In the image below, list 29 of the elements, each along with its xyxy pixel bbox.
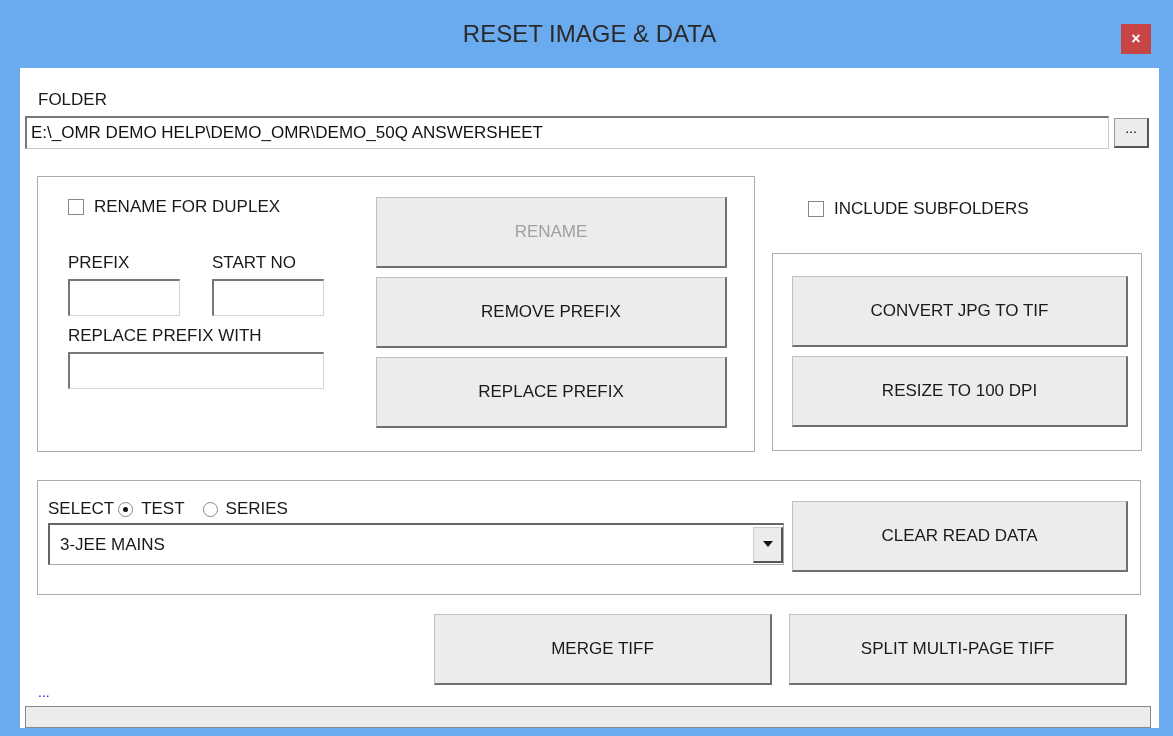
replace-prefix-field[interactable] (68, 352, 324, 389)
field-label: FOLDER (38, 90, 108, 110)
radio-label: TEST (141, 499, 185, 519)
folder-path-field[interactable]: E:\_OMR DEMO HELP\DEMO_OMR\DEMO_50Q ANSWERSHEET (25, 116, 1109, 149)
action-button[interactable]: MERGE TIFF (434, 614, 772, 685)
action-button[interactable]: REPLACE PREFIX (376, 357, 727, 428)
field-label: REPLACE PREFIX WITH (68, 326, 263, 346)
field-label: START NO (212, 253, 298, 273)
action-button[interactable]: CLEAR READ DATA (792, 501, 1128, 572)
radio-button[interactable] (118, 501, 134, 517)
checkbox[interactable] (68, 199, 84, 215)
select-label: SELECT (48, 499, 115, 519)
radio-button[interactable] (202, 501, 218, 517)
browse-button[interactable]: ... (1114, 117, 1149, 148)
checkbox[interactable] (808, 201, 824, 217)
action-button[interactable]: SPLIT MULTI-PAGE TIFF (789, 614, 1127, 685)
prefix-field[interactable] (68, 279, 180, 316)
test-dropdown[interactable]: 3-JEE MAINS (48, 523, 784, 565)
status-text: ... (38, 684, 50, 700)
action-button[interactable]: RESIZE TO 100 DPI (792, 356, 1128, 427)
action-button[interactable]: REMOVE PREFIX (376, 277, 727, 348)
close-button[interactable]: × (1121, 24, 1151, 54)
start-number-field[interactable] (212, 279, 324, 316)
action-button[interactable]: CONVERT JPG TO TIF (792, 276, 1128, 347)
checkbox-label: RENAME FOR DUPLEX (94, 197, 281, 217)
checkbox-label: INCLUDE SUBFOLDERS (834, 199, 1029, 219)
window-title: RESET IMAGE & DATA (462, 20, 717, 48)
field-label: PREFIX (68, 253, 131, 273)
radio-label: SERIES (225, 499, 288, 519)
